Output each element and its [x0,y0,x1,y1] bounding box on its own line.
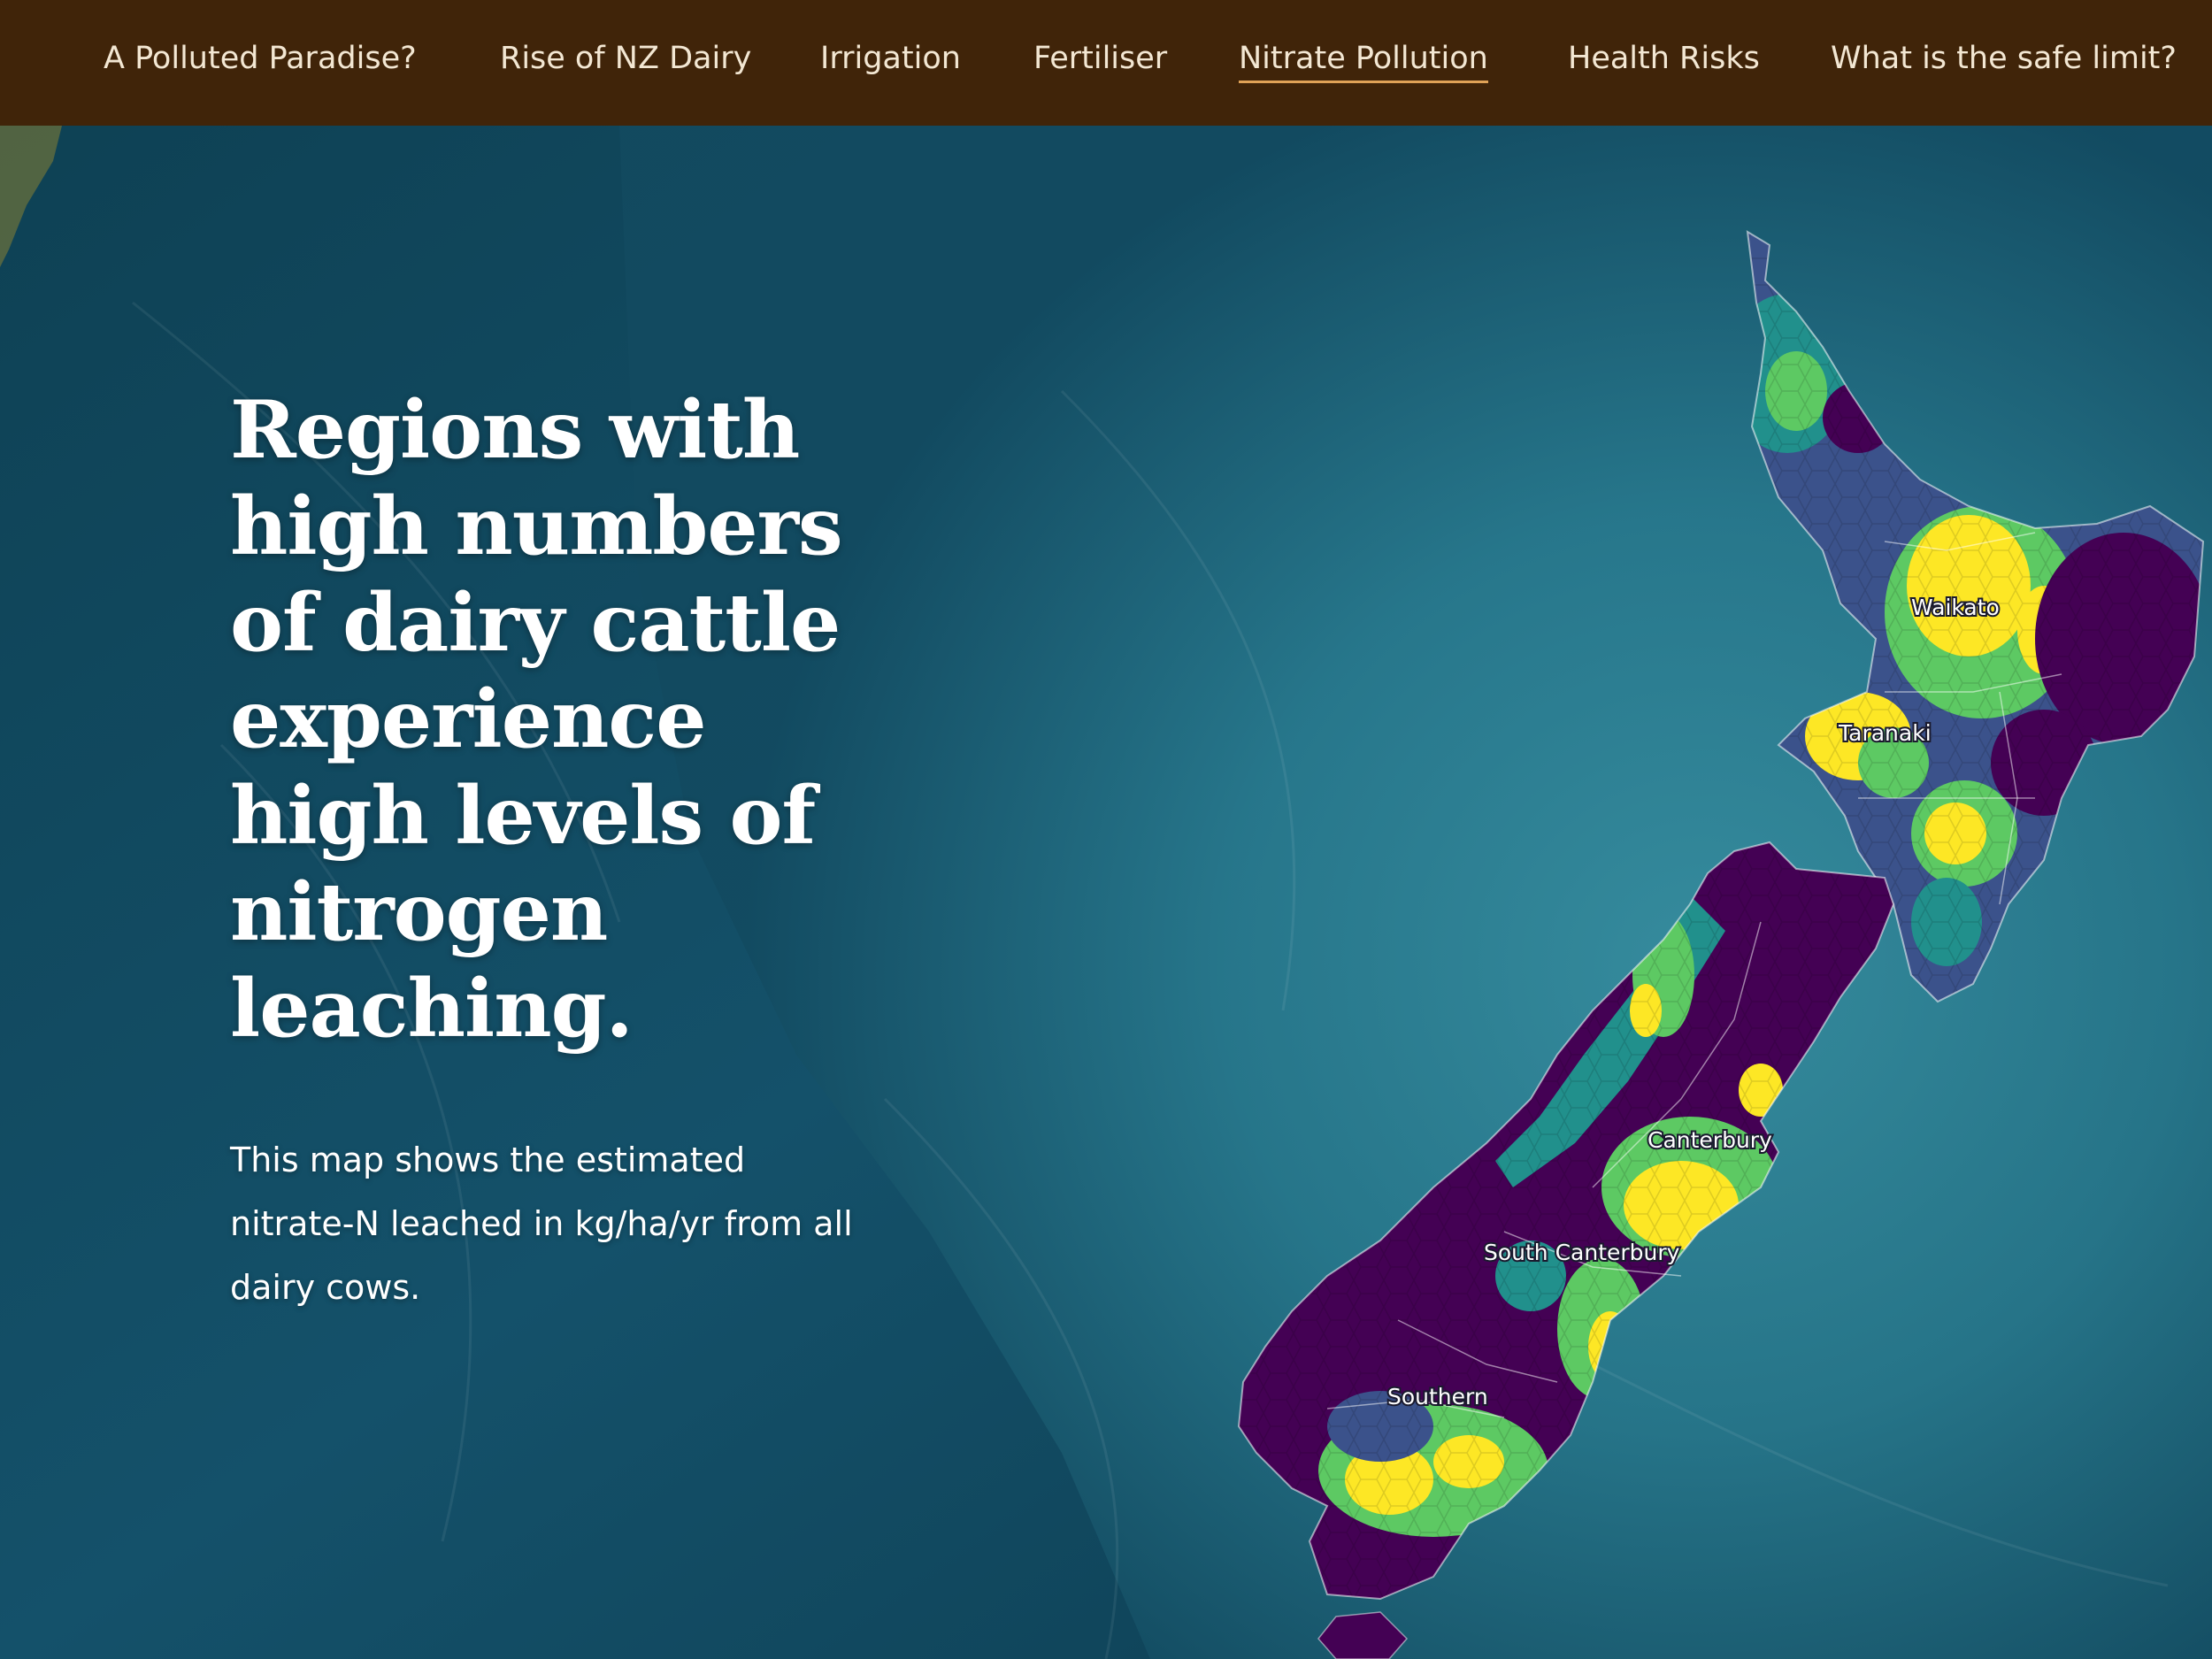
nav-link-rise-of-nz-dairy[interactable]: Rise of NZ Dairy [500,34,751,83]
nav-link-irrigation[interactable]: Irrigation [820,34,961,83]
nav-link-fertiliser[interactable]: Fertiliser [1033,34,1167,83]
nav-link-nitrate-pollution[interactable]: Nitrate Pollution [1239,34,1488,83]
map-description: This map shows the estimated nitrate-N l… [230,1141,853,1307]
nav-link-health-risks[interactable]: Health Risks [1568,34,1760,83]
top-nav: A Polluted Paradise? Rise of NZ Dairy Ir… [0,0,2212,126]
nav-link-safe-limit[interactable]: What is the safe limit? [1831,34,2177,83]
region-label-canterbury: Canterbury [1647,1127,1772,1153]
region-label-south-canterbury: South Canterbury [1484,1240,1680,1265]
page: A Polluted Paradise? Rise of NZ Dairy Ir… [0,0,2212,1659]
page-headline: Regions with high numbers of dairy cattl… [230,383,843,1056]
region-label-taranaki: Taranaki [1838,720,1932,746]
region-label-waikato: Waikato [1911,595,2000,620]
nav-link-polluted-paradise[interactable]: A Polluted Paradise? [104,34,417,83]
region-label-southern: Southern [1387,1384,1488,1409]
